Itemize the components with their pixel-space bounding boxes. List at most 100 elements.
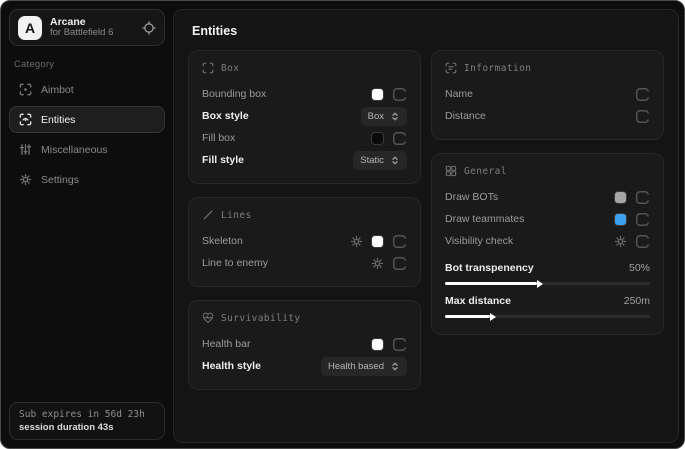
checkbox[interactable]	[635, 109, 650, 124]
subscription-info-card: Sub expires in 56d 23h session duration …	[9, 402, 165, 440]
setting-row-draw-teammates: Draw teammates	[445, 208, 650, 230]
app-meta: Arcane for Battlefield 6	[50, 16, 134, 39]
gear-icon	[19, 173, 32, 186]
sliders-icon	[19, 143, 32, 156]
max-distance-section: Max distance 250m	[445, 292, 650, 318]
setting-label: Line to enemy	[202, 257, 268, 269]
setting-row-fill-box: Fill box	[202, 127, 407, 149]
box-style-dropdown[interactable]: Box	[361, 107, 407, 126]
slider-thumb[interactable]	[537, 280, 543, 288]
setting-row-visibility-check: Visibility check	[445, 230, 650, 252]
setting-label: Draw teammates	[445, 213, 524, 225]
lines-card-header: Lines	[202, 209, 407, 221]
survivability-card-header: Survivability	[202, 312, 407, 324]
setting-row-line-to-enemy: Line to enemy	[202, 252, 407, 274]
slider-label: Bot transpenency	[445, 262, 534, 274]
slider-thumb[interactable]	[490, 313, 496, 321]
chevrons-up-down-icon	[390, 111, 400, 122]
sidebar-item-label: Miscellaneous	[41, 144, 108, 156]
setting-label: Bounding box	[202, 88, 266, 100]
sidebar-item-label: Settings	[41, 174, 79, 186]
bounding-box-icon	[202, 62, 214, 74]
chevrons-up-down-icon	[390, 155, 400, 166]
dropdown-value: Box	[368, 111, 384, 122]
color-swatch[interactable]	[371, 235, 384, 248]
checkbox[interactable]	[635, 212, 650, 227]
health-style-dropdown[interactable]: Health based	[321, 357, 407, 376]
card-columns: Box Bounding box Box style Box	[188, 50, 664, 390]
session-duration-text: session duration 43s	[19, 422, 155, 433]
general-card-header: General	[445, 165, 650, 177]
setting-row-box-style: Box style Box	[202, 105, 407, 127]
setting-label: Health style	[202, 360, 261, 372]
checkbox[interactable]	[635, 87, 650, 102]
general-card: General Draw BOTs Draw teammates	[431, 153, 664, 335]
checkbox[interactable]	[635, 190, 650, 205]
right-column: Information Name Distance	[431, 50, 664, 390]
survivability-card: Survivability Health bar Health style He…	[188, 300, 421, 390]
scan-text-icon	[445, 62, 457, 74]
page-title: Entities	[192, 24, 664, 38]
fill-style-dropdown[interactable]: Static	[353, 151, 407, 170]
max-distance-slider[interactable]	[445, 315, 650, 318]
slider-value: 50%	[629, 262, 650, 274]
checkbox[interactable]	[392, 87, 407, 102]
bot-transparency-slider[interactable]	[445, 282, 650, 285]
dropdown-value: Static	[360, 155, 384, 166]
card-title: Lines	[221, 210, 252, 221]
color-swatch[interactable]	[371, 132, 384, 145]
card-title: General	[464, 166, 507, 177]
chevrons-up-down-icon	[390, 361, 400, 372]
color-swatch[interactable]	[614, 213, 627, 226]
slider-label: Max distance	[445, 295, 511, 307]
color-swatch[interactable]	[371, 88, 384, 101]
card-title: Information	[464, 63, 531, 74]
arcane-window: A Arcane for Battlefield 6 Category Aimb…	[0, 0, 685, 449]
setting-row-draw-bots: Draw BOTs	[445, 186, 650, 208]
setting-row-name: Name	[445, 83, 650, 105]
slider-value: 250m	[624, 295, 650, 307]
settings-gear-icon[interactable]	[614, 235, 627, 248]
setting-row-distance: Distance	[445, 105, 650, 127]
line-icon	[202, 209, 214, 221]
card-title: Survivability	[221, 313, 301, 324]
setting-label: Distance	[445, 110, 486, 122]
settings-gear-icon[interactable]	[350, 235, 363, 248]
setting-row-skeleton: Skeleton	[202, 230, 407, 252]
sidebar-item-miscellaneous[interactable]: Miscellaneous	[9, 136, 165, 163]
app-header-card: A Arcane for Battlefield 6	[9, 9, 165, 46]
target-icon[interactable]	[142, 21, 156, 35]
app-subtitle: for Battlefield 6	[50, 28, 134, 39]
slider-fill	[445, 315, 490, 318]
slider-fill	[445, 282, 537, 285]
setting-label: Visibility check	[445, 235, 513, 247]
sidebar-item-settings[interactable]: Settings	[9, 166, 165, 193]
sidebar-nav: Aimbot Entities Miscellaneous	[9, 76, 165, 193]
checkbox[interactable]	[392, 256, 407, 271]
color-swatch[interactable]	[371, 338, 384, 351]
setting-row-bounding-box: Bounding box	[202, 83, 407, 105]
sidebar-item-aimbot[interactable]: Aimbot	[9, 76, 165, 103]
setting-label: Fill box	[202, 132, 235, 144]
app-logo: A	[18, 16, 42, 40]
setting-label: Name	[445, 88, 473, 100]
sidebar-item-entities[interactable]: Entities	[9, 106, 165, 133]
information-card: Information Name Distance	[431, 50, 664, 140]
settings-gear-icon[interactable]	[371, 257, 384, 270]
setting-label: Health bar	[202, 338, 250, 350]
setting-label: Skeleton	[202, 235, 243, 247]
setting-label: Box style	[202, 110, 249, 122]
scan-eye-icon	[19, 113, 32, 126]
checkbox[interactable]	[392, 131, 407, 146]
checkbox[interactable]	[635, 234, 650, 249]
heart-pulse-icon	[202, 312, 214, 324]
left-column: Box Bounding box Box style Box	[188, 50, 421, 390]
setting-label: Fill style	[202, 154, 244, 166]
category-label: Category	[14, 59, 165, 70]
checkbox[interactable]	[392, 234, 407, 249]
sidebar-item-label: Aimbot	[41, 84, 74, 96]
setting-row-health-style: Health style Health based	[202, 355, 407, 377]
color-swatch[interactable]	[614, 191, 627, 204]
main-panel: Entities Box Bounding box	[173, 9, 679, 443]
checkbox[interactable]	[392, 337, 407, 352]
